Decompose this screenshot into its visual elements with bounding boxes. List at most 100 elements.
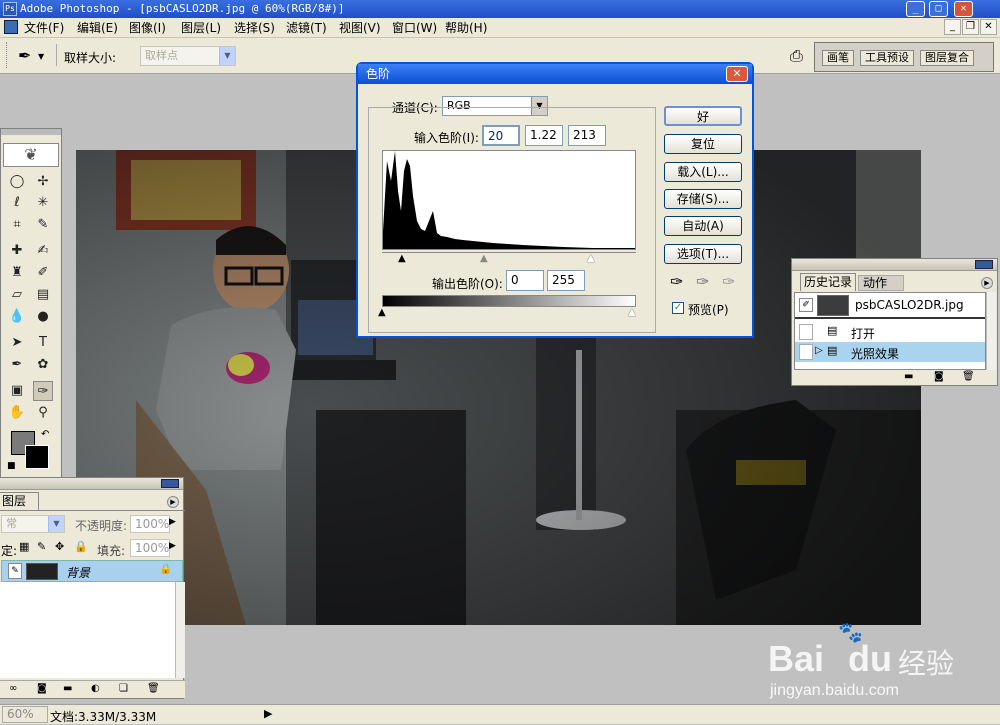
eyedropper-tool-icon[interactable]: ✑: [33, 381, 53, 401]
healing-brush-tool-icon[interactable]: ✚: [7, 241, 27, 261]
menu-window[interactable]: 窗口(W): [392, 20, 437, 36]
lock-all-icon[interactable]: 🔒: [74, 540, 88, 553]
auto-button[interactable]: 自动(A): [664, 216, 742, 236]
gray-eyedropper-icon[interactable]: ✑: [696, 272, 709, 291]
input-gamma-field[interactable]: 1.22: [525, 125, 563, 146]
tool-preset-arrow-icon[interactable]: ▼: [38, 52, 44, 61]
input-gamma-slider[interactable]: ▲: [480, 253, 488, 264]
doc-restore-button[interactable]: ❐: [962, 19, 979, 35]
menu-layer[interactable]: 图层(L): [181, 20, 221, 36]
notes-tool-icon[interactable]: ▣: [7, 381, 27, 401]
scrollbar[interactable]: [175, 582, 185, 678]
pen-tool-icon[interactable]: ✒: [7, 355, 27, 375]
mask-icon[interactable]: ◙: [37, 683, 47, 694]
gradient-tool-icon[interactable]: ▤: [33, 285, 53, 305]
menu-file[interactable]: 文件(F): [24, 20, 64, 36]
collapse-icon[interactable]: [975, 260, 993, 269]
well-layer-comps[interactable]: 图层复合: [920, 50, 974, 66]
tab-history[interactable]: 历史记录: [800, 273, 856, 291]
scrollbar[interactable]: [986, 292, 996, 370]
slice-tool-icon[interactable]: ✎: [33, 215, 53, 235]
dialog-title-bar[interactable]: 色阶 ✕: [358, 64, 752, 84]
zoom-tool-icon[interactable]: ⚲: [33, 403, 53, 423]
trash-icon[interactable]: 🗑: [147, 683, 160, 694]
tab-actions[interactable]: 动作: [858, 275, 904, 291]
menu-filter[interactable]: 滤镜(T): [286, 20, 327, 36]
history-brush-source-icon[interactable]: ✐: [799, 298, 813, 312]
lock-transparent-icon[interactable]: ▦: [19, 540, 29, 553]
new-document-icon[interactable]: ▬: [904, 371, 913, 382]
magic-wand-tool-icon[interactable]: ✳: [33, 193, 53, 213]
type-tool-icon[interactable]: T: [33, 333, 53, 353]
eyedropper-tool-icon[interactable]: ✒: [18, 46, 31, 65]
dialog-close-button[interactable]: ✕: [726, 66, 748, 82]
well-brushes[interactable]: 画笔: [822, 50, 854, 66]
history-source-box[interactable]: [799, 324, 813, 340]
reset-button[interactable]: 复位: [664, 134, 742, 154]
dodge-tool-icon[interactable]: ●: [33, 307, 53, 327]
panel-menu-icon[interactable]: ▶: [167, 496, 179, 508]
opacity-field[interactable]: 100%: [130, 515, 170, 533]
clone-stamp-tool-icon[interactable]: ♜: [7, 263, 27, 283]
history-brush-tool-icon[interactable]: ✐: [33, 263, 53, 283]
input-black-slider[interactable]: ▲: [398, 253, 406, 264]
load-button[interactable]: 载入(L)...: [664, 162, 742, 182]
feather-logo-icon[interactable]: ❦: [3, 143, 59, 167]
save-button[interactable]: 存储(S)...: [664, 189, 742, 209]
history-state-active[interactable]: ▷ ▤ 光照效果: [795, 342, 985, 362]
doc-close-button[interactable]: ✕: [980, 19, 997, 35]
folder-icon[interactable]: ▬: [63, 683, 72, 694]
output-white-slider[interactable]: ▲: [628, 307, 636, 318]
maximize-button[interactable]: □: [929, 1, 948, 17]
grip-handle[interactable]: [6, 42, 10, 68]
link-icon[interactable]: ∞: [9, 683, 17, 694]
file-browser-icon[interactable]: ⎙: [790, 46, 803, 66]
history-state-slider-icon[interactable]: ▷: [815, 345, 823, 356]
sample-size-select[interactable]: 取样点 ▼: [140, 46, 236, 66]
background-color-swatch[interactable]: [25, 445, 49, 469]
snapshot-row[interactable]: ✐ psbCASLO2DR.jpg: [795, 293, 985, 319]
panel-menu-icon[interactable]: ▶: [981, 277, 993, 289]
menu-image[interactable]: 图像(I): [129, 20, 166, 36]
blend-mode-select[interactable]: 常 ▼: [1, 515, 65, 533]
custom-shape-tool-icon[interactable]: ✿: [33, 355, 53, 375]
input-black-field[interactable]: 20: [482, 125, 520, 146]
default-colors-icon[interactable]: ■: [7, 461, 16, 471]
menu-edit[interactable]: 编辑(E): [77, 20, 118, 36]
preview-checkbox[interactable]: ✓: [672, 302, 684, 314]
document-icon[interactable]: [4, 20, 18, 34]
input-white-slider[interactable]: ▲: [587, 253, 595, 264]
well-tool-presets[interactable]: 工具预设: [860, 50, 914, 66]
black-eyedropper-icon[interactable]: ✑: [670, 272, 683, 291]
trash-icon[interactable]: 🗑: [962, 371, 975, 382]
collapse-icon[interactable]: [161, 479, 179, 488]
blur-tool-icon[interactable]: 💧: [7, 307, 27, 327]
history-source-box[interactable]: [799, 344, 813, 360]
ok-button[interactable]: 好: [664, 106, 742, 126]
tab-layers[interactable]: 图层: [0, 492, 39, 510]
eraser-tool-icon[interactable]: ▱: [7, 285, 27, 305]
hand-tool-icon[interactable]: ✋: [7, 403, 27, 423]
opacity-arrow-icon[interactable]: ▶: [169, 517, 176, 527]
fill-field[interactable]: 100%: [130, 539, 170, 557]
new-layer-icon[interactable]: ❏: [119, 683, 128, 694]
snapshot-icon[interactable]: ◙: [934, 371, 944, 382]
crop-tool-icon[interactable]: ⌗: [7, 215, 27, 235]
minimize-button[interactable]: _: [906, 1, 925, 17]
brush-tool-icon[interactable]: ✍: [33, 241, 53, 261]
layer-row[interactable]: ✎ 背景 🔒: [1, 560, 183, 582]
input-white-field[interactable]: 213: [568, 125, 606, 146]
menu-view[interactable]: 视图(V): [339, 20, 381, 36]
lasso-tool-icon[interactable]: ℓ: [7, 193, 27, 213]
white-eyedropper-icon[interactable]: ✑: [722, 272, 735, 291]
close-button[interactable]: ✕: [954, 1, 973, 17]
zoom-field[interactable]: 60%: [2, 706, 48, 723]
output-black-field[interactable]: 0: [506, 270, 544, 291]
fill-arrow-icon[interactable]: ▶: [169, 541, 176, 551]
lock-position-icon[interactable]: ✥: [55, 540, 64, 553]
doc-minimize-button[interactable]: _: [944, 19, 961, 35]
lock-image-icon[interactable]: ✎: [37, 540, 46, 553]
menu-help[interactable]: 帮助(H): [445, 20, 487, 36]
status-menu-arrow-icon[interactable]: ▶: [264, 707, 272, 720]
output-black-slider[interactable]: ▲: [378, 307, 386, 318]
